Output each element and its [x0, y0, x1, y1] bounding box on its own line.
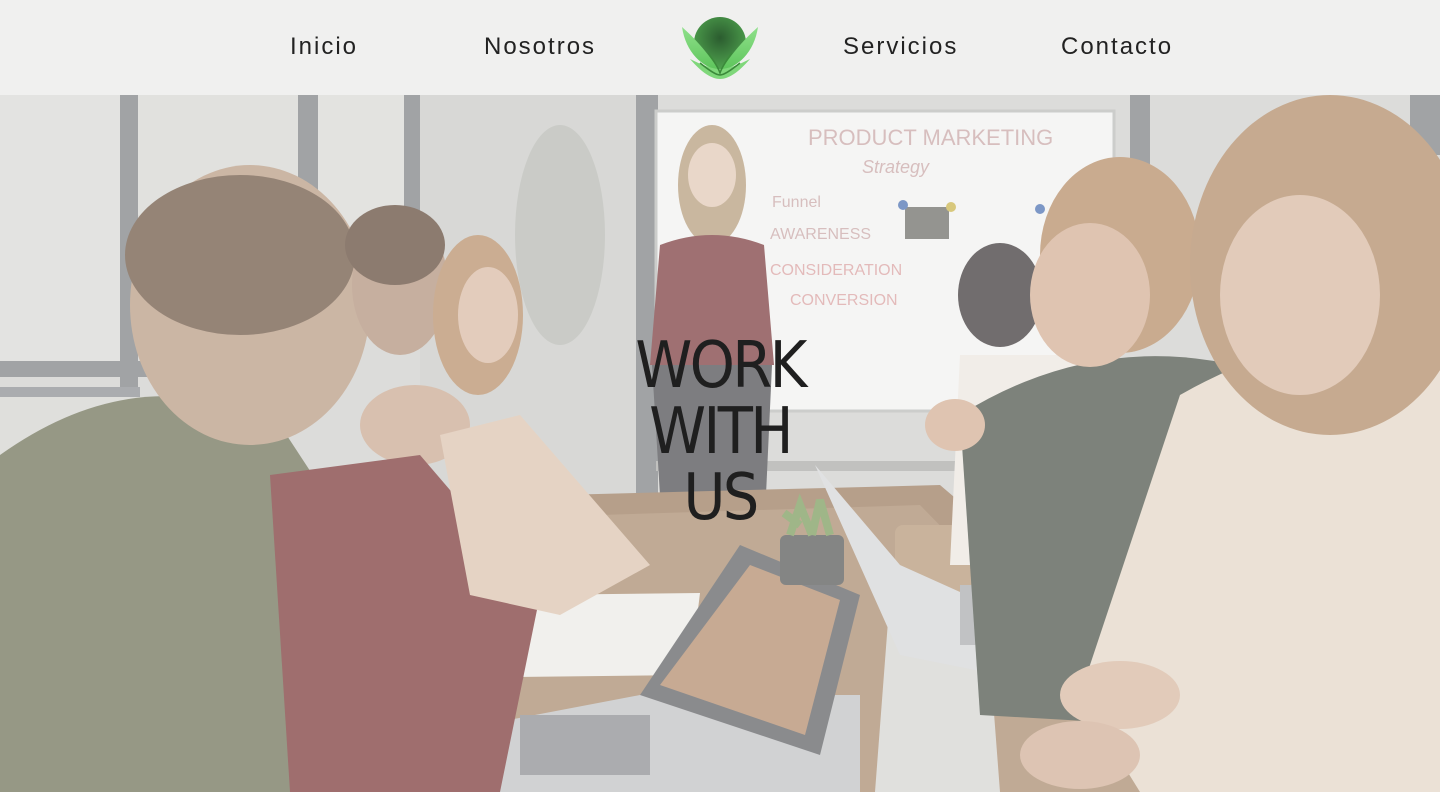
hero-banner: PRODUCT MARKETING Strategy Funnel AWAREN… [0, 95, 1440, 792]
hero-title-line: US [683, 460, 759, 535]
leaf-logo-icon[interactable] [680, 13, 760, 81]
top-navigation: Inicio Nosotros Servicios Contacto [0, 0, 1440, 95]
hero-title-line: WORK [635, 328, 807, 403]
hero-title-line: WITH [649, 394, 793, 469]
nav-link-contacto[interactable]: Contacto [1061, 32, 1173, 62]
nav-link-inicio[interactable]: Inicio [290, 32, 358, 62]
nav-link-nosotros[interactable]: Nosotros [484, 32, 596, 62]
nav-link-servicios[interactable]: Servicios [843, 32, 958, 62]
hero-title: WORK WITH US [612, 333, 828, 531]
